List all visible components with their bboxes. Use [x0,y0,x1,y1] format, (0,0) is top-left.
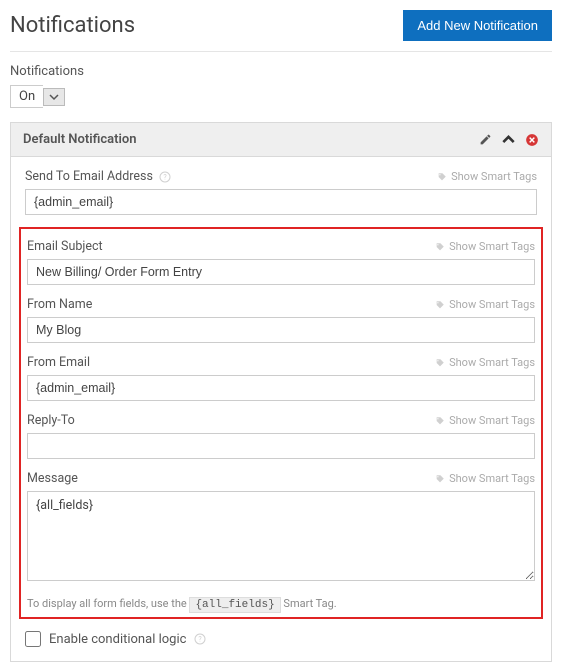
hint-text: To display all form fields, use the {all… [27,597,535,611]
field-send-to: Send To Email Address ? Show Smart Tags [25,169,537,215]
show-smart-tags[interactable]: Show Smart Tags [435,298,535,311]
from-name-input[interactable] [27,317,535,343]
help-icon[interactable]: ? [159,171,171,183]
from-email-label: From Email [27,355,90,370]
svg-text:?: ? [199,636,203,644]
tag-icon [435,300,445,310]
subject-input[interactable] [27,259,535,285]
help-icon[interactable]: ? [194,633,206,645]
notification-panel: Default Notification Send To Email Addre… [10,122,552,662]
conditional-logic-row: Enable conditional logic ? [25,631,537,647]
show-smart-tags[interactable]: Show Smart Tags [435,472,535,485]
show-smart-tags[interactable]: Show Smart Tags [435,356,535,369]
notifications-toggle-section: Notifications On [10,64,552,108]
panel-title: Default Notification [23,132,136,147]
field-subject: Email Subject Show Smart Tags [27,239,535,285]
tag-icon [435,416,445,426]
panel-header: Default Notification [11,123,551,157]
send-to-label: Send To Email Address ? [25,169,171,184]
highlight-box: Email Subject Show Smart Tags From Name … [19,227,543,619]
svg-text:?: ? [163,173,167,181]
field-from-email: From Email Show Smart Tags [27,355,535,401]
tag-icon [437,172,447,182]
chevron-up-icon[interactable] [502,133,515,146]
code-tag: {all_fields} [189,597,280,613]
tag-icon [435,358,445,368]
show-smart-tags[interactable]: Show Smart Tags [437,170,537,183]
subject-label: Email Subject [27,239,103,254]
toggle-value: On [10,85,43,108]
send-to-input[interactable] [25,189,537,215]
field-from-name: From Name Show Smart Tags [27,297,535,343]
from-name-label: From Name [27,297,92,312]
add-notification-button[interactable]: Add New Notification [403,10,552,41]
field-reply-to: Reply-To Show Smart Tags [27,413,535,459]
panel-actions [479,133,539,147]
chevron-down-icon[interactable] [43,88,65,106]
toggle-label: Notifications [10,64,552,79]
conditional-checkbox[interactable] [25,631,41,647]
reply-to-label: Reply-To [27,413,75,428]
panel-body: Send To Email Address ? Show Smart Tags … [11,157,551,661]
field-message: Message Show Smart Tags [27,471,535,585]
message-textarea[interactable] [27,491,535,581]
conditional-label: Enable conditional logic ? [49,632,206,647]
show-smart-tags[interactable]: Show Smart Tags [435,414,535,427]
show-smart-tags[interactable]: Show Smart Tags [435,240,535,253]
tag-icon [435,474,445,484]
toggle-select[interactable]: On [10,85,552,108]
delete-icon[interactable] [525,133,539,147]
reply-to-input[interactable] [27,433,535,459]
header: Notifications Add New Notification [10,10,552,52]
from-email-input[interactable] [27,375,535,401]
tag-icon [435,242,445,252]
message-label: Message [27,471,78,486]
edit-icon[interactable] [479,133,492,146]
page-title: Notifications [10,13,135,38]
